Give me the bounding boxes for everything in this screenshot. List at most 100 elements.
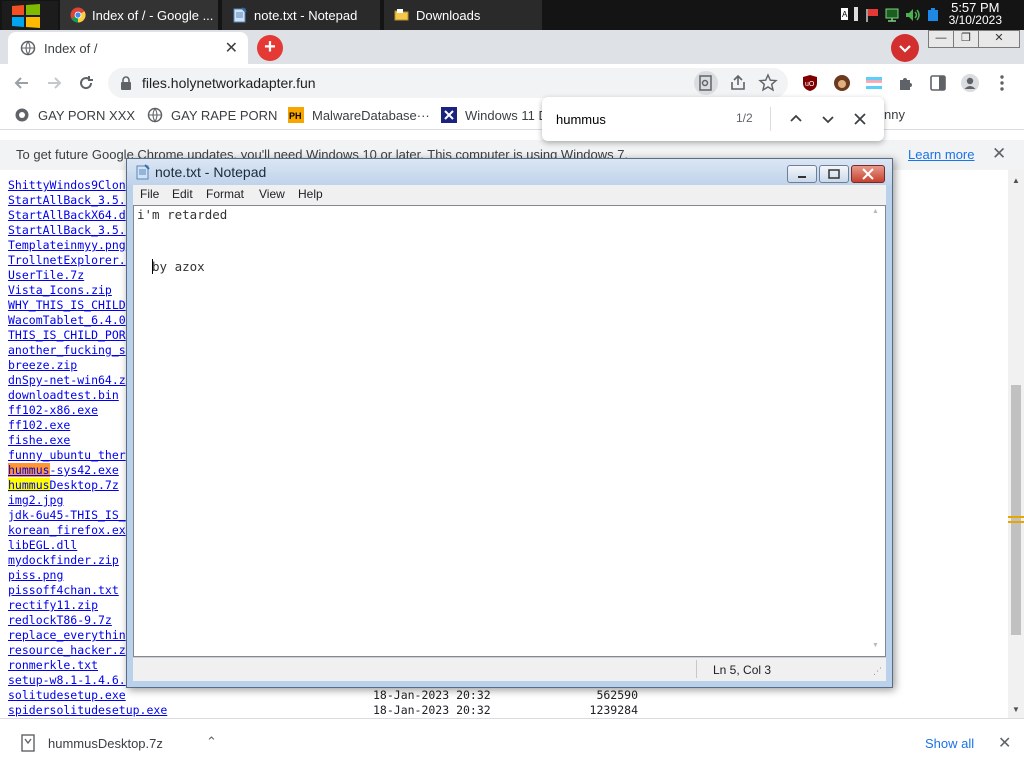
notepad-minimize-button[interactable] (787, 165, 817, 183)
file-link[interactable]: hummusDesktop.7z (8, 478, 119, 492)
forward-arrow-icon[interactable] (44, 73, 64, 93)
close-tab-icon[interactable]: ✕ (225, 38, 238, 58)
start-button-windows-logo-icon[interactable] (2, 1, 58, 30)
scroll-up-arrow-icon[interactable]: ▲ (1012, 176, 1020, 185)
file-link[interactable]: THIS_IS_CHILD_POR (8, 328, 126, 342)
find-input[interactable] (556, 108, 726, 130)
file-link[interactable]: redlockT86-9.7z (8, 613, 112, 627)
download-chevron-up-icon[interactable]: ⌃ (206, 734, 217, 750)
menu-view[interactable]: View (259, 187, 285, 201)
file-link[interactable]: pissoff4chan.txt (8, 583, 119, 597)
file-link[interactable]: korean_firefox.ex (8, 523, 126, 537)
file-link[interactable]: another_fucking_s (8, 343, 126, 357)
file-link[interactable]: replace_everythin (8, 628, 126, 642)
profile-avatar-icon[interactable] (960, 73, 980, 93)
file-link[interactable]: Templateinmyy.png (8, 238, 126, 252)
close-infobar-icon[interactable]: ✕ (992, 144, 1006, 164)
resize-grip-icon[interactable]: ⋰ (873, 666, 882, 677)
tab-search-button[interactable] (891, 34, 919, 62)
close-downloads-bar-icon[interactable]: ✕ (998, 733, 1011, 753)
window-restore-button[interactable]: ❐ (953, 30, 979, 48)
file-link[interactable]: hummus-sys42.exe (8, 463, 119, 477)
scrollbar-thumb[interactable] (1011, 385, 1021, 635)
find-previous-chevron-up-icon[interactable] (786, 109, 806, 129)
file-link[interactable]: downloadtest.bin (8, 388, 119, 402)
network-icon[interactable] (884, 7, 900, 23)
notepad-text-area[interactable]: i'm retarded by azox ▲ ▼ (133, 205, 886, 657)
file-link[interactable]: UserTile.7z (8, 268, 84, 282)
window-close-button[interactable]: ✕ (978, 30, 1020, 48)
scroll-down-arrow-icon[interactable]: ▼ (1012, 705, 1020, 714)
file-link[interactable]: Vista_Icons.zip (8, 283, 112, 297)
bookmark-item[interactable]: GAY RAPE PORN (147, 107, 277, 123)
file-link[interactable]: ff102-x86.exe (8, 403, 98, 417)
file-link[interactable]: jdk-6u45-THIS_IS_ (8, 508, 126, 522)
file-link[interactable]: resource_hacker.z (8, 643, 126, 657)
menu-help[interactable]: Help (298, 187, 323, 201)
bookmark-item[interactable]: nny (884, 107, 905, 122)
notepad-close-button[interactable] (851, 165, 885, 183)
power-icon[interactable] (926, 7, 940, 23)
taskbar-tab-notepad[interactable]: note.txt - Notepad (222, 0, 380, 30)
file-link[interactable]: libEGL.dll (8, 538, 77, 552)
bookmark-item[interactable]: PH MalwareDatabase··· (288, 107, 430, 123)
file-link[interactable]: ShittyWindos9Clon (8, 178, 126, 192)
extension-avatar-icon[interactable] (832, 73, 852, 93)
scroll-up-arrow-icon[interactable]: ▲ (872, 208, 879, 215)
extension-flag-icon[interactable] (864, 73, 884, 93)
file-link[interactable]: spidersolitudesetup.exe (8, 703, 167, 717)
find-close-icon[interactable] (850, 109, 870, 129)
file-link[interactable]: ff102.exe (8, 418, 70, 432)
file-link[interactable]: StartAllBackX64.d (8, 208, 126, 222)
menu-kebab-icon[interactable] (992, 73, 1012, 93)
back-arrow-icon[interactable] (12, 73, 32, 93)
clock[interactable]: 5:57 PM 3/10/2023 (949, 0, 1002, 27)
file-link[interactable]: StartAllBack_3.5. (8, 193, 126, 207)
file-link[interactable]: piss.png (8, 568, 63, 582)
find-next-chevron-down-icon[interactable] (818, 109, 838, 129)
notepad-titlebar[interactable]: note.txt - Notepad (127, 159, 892, 185)
file-link[interactable]: solitudesetup.exe (8, 688, 126, 702)
download-item[interactable]: hummusDesktop.7z ⌃ (12, 731, 232, 757)
file-link[interactable]: fishe.exe (8, 433, 70, 447)
new-tab-plus-icon[interactable]: + (257, 35, 283, 61)
scroll-down-arrow-icon[interactable]: ▼ (872, 642, 879, 649)
page-scrollbar[interactable]: ▲ ▼ (1008, 170, 1024, 718)
notification-icon[interactable]: A (840, 6, 850, 22)
find-in-page-icon[interactable] (694, 71, 718, 95)
ublock-origin-icon[interactable]: uO (800, 73, 820, 93)
file-link[interactable]: WacomTablet_6.4.0 (8, 313, 126, 327)
file-link[interactable]: TrollnetExplorer. (8, 253, 126, 267)
file-link[interactable]: StartAllBack_3.5. (8, 223, 126, 237)
notepad-maximize-button[interactable] (819, 165, 849, 183)
bookmark-star-icon[interactable] (758, 73, 778, 93)
menu-file[interactable]: File (140, 187, 159, 201)
file-link[interactable]: dnSpy-net-win64.z (8, 373, 126, 387)
action-center-flag-icon[interactable] (864, 7, 880, 23)
file-link[interactable]: ronmerkle.txt (8, 658, 98, 672)
menu-edit[interactable]: Edit (172, 187, 193, 201)
volume-icon[interactable] (904, 7, 922, 23)
taskbar-tab-chrome[interactable]: Index of / - Google ... (60, 0, 218, 30)
reload-icon[interactable] (76, 73, 96, 93)
usb-icon[interactable] (852, 6, 860, 22)
address-bar[interactable]: files.holynetworkadapter.fun (108, 68, 788, 98)
window-minimize-button[interactable]: — (928, 30, 954, 48)
file-link[interactable]: mydockfinder.zip (8, 553, 119, 567)
bookmark-item[interactable]: Windows 11 D (441, 107, 548, 123)
file-link[interactable]: funny_ubuntu_ther (8, 448, 126, 462)
taskbar-tab-downloads[interactable]: Downloads (384, 0, 542, 30)
file-link[interactable]: img2.jpg (8, 493, 63, 507)
file-link[interactable]: setup-w8.1-1.4.6. (8, 673, 126, 687)
file-link[interactable]: breeze.zip (8, 358, 77, 372)
side-panel-icon[interactable] (928, 73, 948, 93)
share-icon[interactable] (728, 73, 748, 93)
show-all-downloads-link[interactable]: Show all (925, 736, 974, 751)
bookmark-item[interactable]: GAY PORN XXX (14, 107, 135, 123)
file-link[interactable]: rectify11.zip (8, 598, 98, 612)
menu-format[interactable]: Format (206, 187, 244, 201)
learn-more-link[interactable]: Learn more (908, 147, 974, 162)
file-link[interactable]: WHY_THIS_IS_CHILD (8, 298, 126, 312)
extensions-puzzle-icon[interactable] (896, 73, 916, 93)
browser-tab-active[interactable]: Index of / ✕ (8, 32, 248, 64)
